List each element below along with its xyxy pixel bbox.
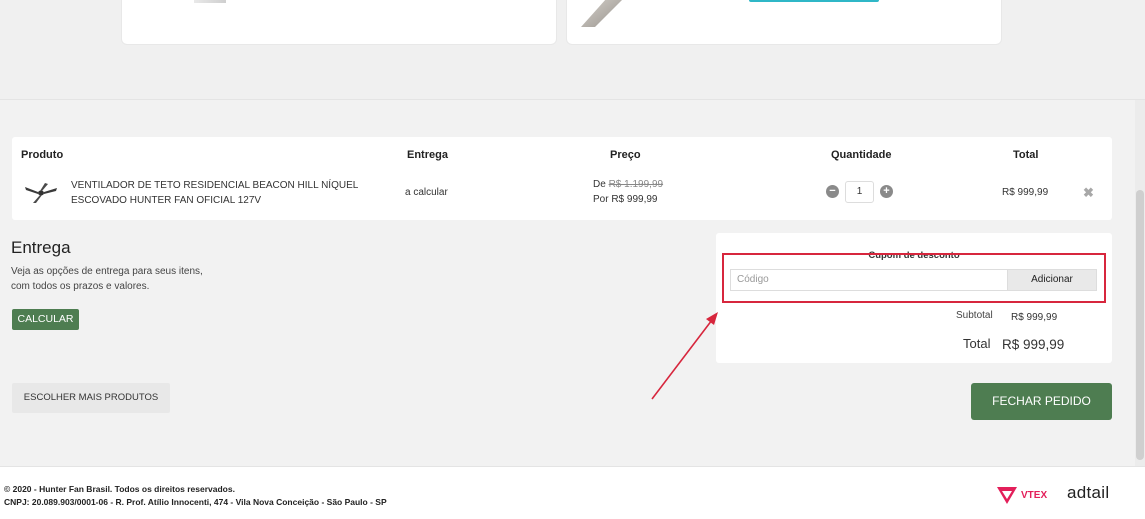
product-name[interactable]: VENTILADOR DE TETO RESIDENCIAL BEACON HI… <box>71 178 371 208</box>
delivery-description: Veja as opções de entrega para seus iten… <box>11 264 251 294</box>
footer-text: © 2020 - Hunter Fan Brasil. Todos os dir… <box>4 483 387 509</box>
header-product: Produto <box>21 149 64 161</box>
buy-button-edge[interactable] <box>749 0 879 2</box>
vtex-logo-text: VTEX <box>1021 489 1048 501</box>
item-total: R$ 999,99 <box>1002 187 1049 198</box>
header-delivery: Entrega <box>407 149 448 161</box>
vtex-triangle-icon <box>997 487 1017 504</box>
product-name-line1: VENTILADOR DE TETO RESIDENCIAL BEACON HI… <box>71 180 359 191</box>
minus-circle-icon[interactable]: − <box>826 185 839 198</box>
recommended-product-card[interactable] <box>121 0 557 45</box>
scrollbar-thumb[interactable] <box>1136 190 1144 460</box>
cart-table: Produto Entrega Preço Quantidade Total V… <box>12 137 1112 220</box>
subtotal-label: Subtotal <box>956 310 993 321</box>
product-thumbnail <box>581 0 622 27</box>
delivery-value: a calcular <box>405 187 448 198</box>
old-price-value: R$ 1.199,99 <box>608 179 664 190</box>
checkout-button[interactable]: FECHAR PEDIDO <box>971 383 1112 420</box>
header-price: Preço <box>610 149 641 161</box>
vtex-logo[interactable]: VTEX <box>996 485 1047 505</box>
product-name-line2: ESCOVADO HUNTER FAN OFICIAL 127V <box>71 195 262 206</box>
total-label: Total <box>963 336 991 351</box>
header-quantity: Quantidade <box>831 149 892 161</box>
current-price: Por R$ 999,99 <box>593 194 658 205</box>
ceiling-fan-icon[interactable] <box>24 182 58 204</box>
scrollbar[interactable] <box>1135 100 1145 519</box>
footer: © 2020 - Hunter Fan Brasil. Todos os dir… <box>0 466 1145 519</box>
red-arrow-annotation <box>651 312 718 400</box>
recommended-product-card[interactable] <box>566 0 1002 45</box>
quantity-input[interactable]: 1 <box>845 181 874 203</box>
calculate-button[interactable]: CALCULAR <box>12 309 79 330</box>
company-address-line: CNPJ: 20.089.903/0001-06 - R. Prof. Atíl… <box>4 497 387 507</box>
adtail-logo[interactable]: adtail <box>1067 483 1109 503</box>
product-thumbnail <box>194 0 226 3</box>
recommendations-band <box>0 0 1145 100</box>
remove-x-icon[interactable]: ✖ <box>1083 185 1094 201</box>
copyright-line: © 2020 - Hunter Fan Brasil. Todos os dir… <box>4 484 235 494</box>
choose-more-products-button[interactable]: ESCOLHER MAIS PRODUTOS <box>12 383 170 413</box>
annotation-highlight-box <box>722 253 1106 303</box>
old-price: De R$ 1.199,99 <box>593 179 663 190</box>
delivery-title: Entrega <box>11 238 71 257</box>
subtotal-value: R$ 999,99 <box>1011 312 1058 323</box>
delivery-desc-line1: Veja as opções de entrega para seus iten… <box>11 266 203 277</box>
header-total: Total <box>1013 149 1039 161</box>
plus-circle-icon[interactable]: + <box>880 185 893 198</box>
delivery-desc-line2: com todos os prazos e valores. <box>11 281 150 292</box>
total-value: R$ 999,99 <box>1002 337 1065 352</box>
old-price-prefix: De <box>593 179 606 190</box>
